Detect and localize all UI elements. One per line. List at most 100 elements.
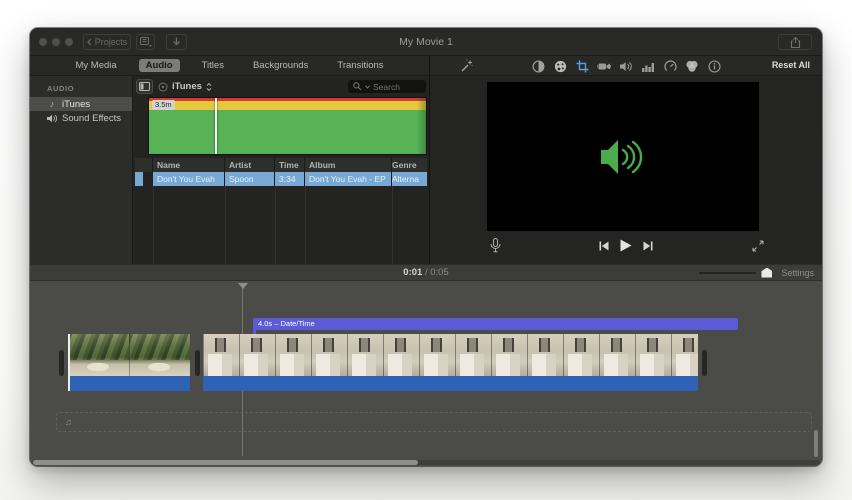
source-dropdown-label: iTunes — [172, 81, 202, 92]
audio-waveform-preview[interactable]: 3.5m — [148, 97, 427, 155]
column-header-time[interactable]: Time — [275, 158, 305, 172]
search-input[interactable]: Search — [348, 80, 426, 93]
media-tabbar: My Media Audio Titles Backgrounds Transi… — [30, 56, 429, 76]
zoom-slider-thumb[interactable] — [761, 268, 772, 278]
total-duration: 0:05 — [430, 267, 449, 278]
viewer-pane: Reset All — [430, 56, 822, 264]
crop-icon — [576, 60, 589, 73]
sidebar-item-sound-effects[interactable]: Sound Effects — [30, 111, 132, 125]
play-icon — [620, 239, 632, 252]
voiceover-record-button[interactable] — [490, 238, 501, 253]
song-list-empty-area — [135, 186, 427, 270]
window-title: My Movie 1 — [30, 28, 822, 56]
song-table: Name Artist Time Album Genre Don't You E… — [135, 158, 427, 186]
effects-button[interactable] — [685, 59, 699, 73]
timeline-settings-button[interactable]: Settings — [781, 268, 814, 278]
waveform-playhead[interactable] — [215, 98, 217, 154]
volume-icon — [620, 61, 633, 72]
title-clip[interactable]: 4.0s – Date/Time — [253, 318, 738, 330]
clip-thumbnails — [203, 334, 698, 376]
info-icon — [708, 60, 721, 73]
tab-transitions[interactable]: Transitions — [330, 59, 390, 72]
search-placeholder: Search — [373, 82, 400, 92]
audio-only-speaker-icon — [599, 137, 647, 177]
video-clip-garden[interactable] — [68, 334, 190, 391]
column-header-album[interactable]: Album — [305, 158, 392, 172]
timeline-zoom-slider[interactable] — [699, 272, 756, 274]
music-note-icon: ♫ — [65, 418, 72, 427]
cell-artist: Spoon — [225, 172, 275, 186]
speaker-icon — [47, 114, 57, 123]
microphone-icon — [490, 238, 501, 253]
cell-album: Don't You Evah - EP — [305, 172, 392, 186]
fullscreen-button[interactable] — [752, 240, 764, 252]
expand-arrows-icon — [752, 240, 764, 252]
source-dropdown[interactable]: iTunes — [158, 79, 212, 94]
table-header-row: Name Artist Time Album Genre — [135, 158, 427, 172]
playhead-handle[interactable] — [238, 283, 248, 289]
sidebar-toggle-button[interactable] — [136, 79, 153, 94]
viewer-canvas[interactable] — [487, 82, 759, 231]
audio-browser: iTunes Search 3.5m — [133, 76, 429, 264]
skip-to-end-button[interactable] — [643, 241, 653, 251]
share-icon — [790, 37, 801, 48]
clip-trim-handle[interactable] — [195, 350, 200, 376]
play-button[interactable] — [620, 239, 632, 252]
timeline-horizontal-scrollbar-thumb[interactable] — [33, 460, 418, 465]
sidebar-toggle-icon — [139, 82, 150, 91]
column-header-name[interactable]: Name — [153, 158, 225, 172]
column-header-genre[interactable]: Genre — [392, 158, 427, 172]
music-note-icon: ♪ — [47, 99, 57, 109]
tab-audio[interactable]: Audio — [139, 59, 180, 72]
noise-reduction-button[interactable] — [641, 59, 655, 73]
color-balance-button[interactable] — [531, 59, 545, 73]
speed-button[interactable] — [663, 59, 677, 73]
skip-to-start-button[interactable] — [599, 241, 609, 251]
waveform-end-fade — [417, 98, 426, 154]
column-header-artist[interactable]: Artist — [225, 158, 275, 172]
skip-forward-icon — [643, 241, 653, 251]
search-icon — [353, 82, 362, 91]
video-clip-bathroom[interactable] — [203, 334, 698, 391]
duration-badge: 3.5m — [152, 100, 175, 110]
updown-chevrons-icon — [206, 82, 212, 92]
background-music-well[interactable]: ♫ — [56, 412, 812, 432]
time-separator: / — [425, 267, 428, 278]
tab-backgrounds[interactable]: Backgrounds — [246, 59, 315, 72]
timeline-area[interactable]: 4.0s – Date/Time ♫ — [30, 281, 822, 466]
main-content: My Media Audio Titles Backgrounds Transi… — [30, 56, 822, 264]
cell-name: Don't You Evah — [153, 172, 225, 186]
info-button[interactable] — [707, 59, 721, 73]
magic-wand-icon — [460, 59, 474, 73]
clip-trim-handle[interactable] — [702, 350, 707, 376]
imovie-window: Projects My Movie 1 My Media Audio Title… — [30, 28, 822, 466]
timeline-horizontal-scrollbar-track[interactable] — [32, 460, 820, 465]
reset-all-button[interactable]: Reset All — [772, 60, 810, 70]
video-camera-icon — [597, 61, 611, 72]
timeline-header: 0:01 / 0:05 Settings — [30, 264, 822, 281]
clip-audio-strip — [203, 376, 698, 391]
sidebar-section-header: AUDIO — [30, 82, 132, 97]
color-correction-button[interactable] — [553, 59, 567, 73]
tab-titles[interactable]: Titles — [195, 59, 231, 72]
window-titlebar: Projects My Movie 1 — [30, 28, 822, 56]
chevron-down-icon — [365, 85, 370, 89]
adjustments-toolbar: Reset All — [430, 56, 822, 76]
stabilization-button[interactable] — [597, 59, 611, 73]
share-button[interactable] — [778, 34, 812, 50]
sidebar-item-label: iTunes — [62, 99, 90, 110]
clip-trim-handle[interactable] — [59, 350, 64, 376]
clip-audio-strip — [68, 376, 190, 391]
speedometer-icon — [664, 60, 677, 73]
skip-back-icon — [599, 241, 609, 251]
timeline-vertical-scrollbar[interactable] — [814, 430, 818, 457]
sidebar-item-itunes[interactable]: ♪ iTunes — [30, 97, 132, 111]
tab-my-media[interactable]: My Media — [68, 59, 123, 72]
overlapping-circles-icon — [685, 60, 699, 73]
current-time: 0:01 — [403, 267, 422, 278]
volume-button[interactable] — [619, 59, 633, 73]
auto-enhance-button[interactable] — [460, 59, 474, 73]
cell-genre: Alterna — [392, 172, 427, 186]
crop-button[interactable] — [575, 59, 589, 73]
table-row[interactable]: Don't You Evah Spoon 3:34 Don't You Evah… — [135, 172, 427, 186]
